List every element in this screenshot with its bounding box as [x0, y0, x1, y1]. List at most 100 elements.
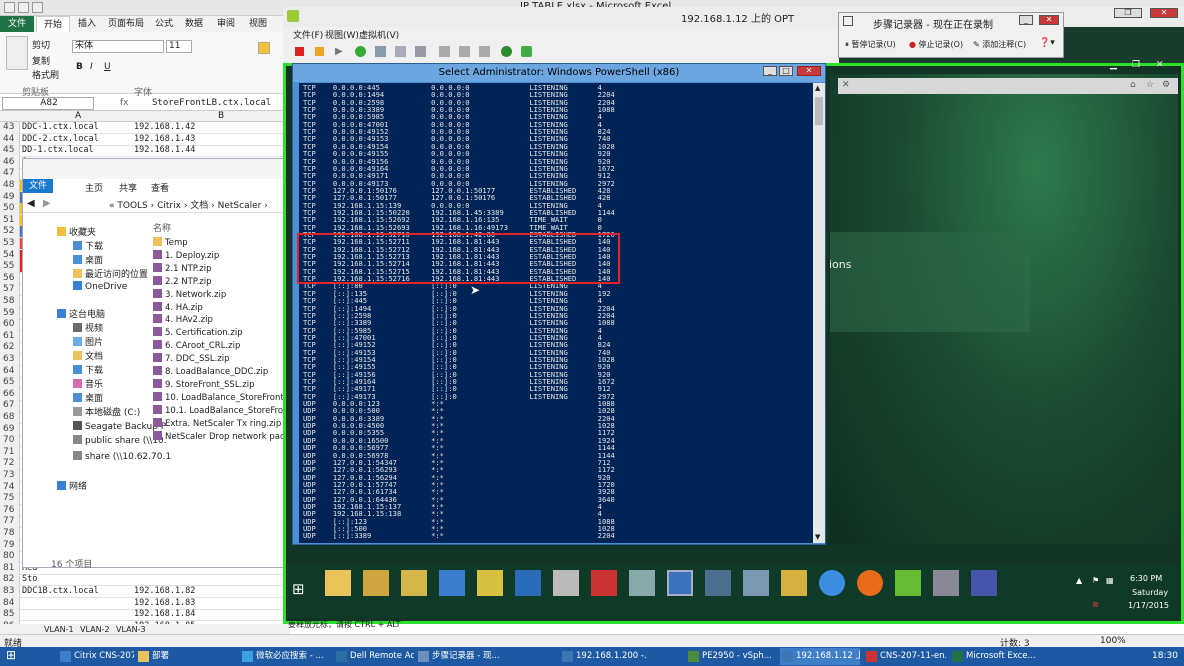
- cell-a[interactable]: DDC1B.ctx.local: [22, 586, 99, 597]
- psr-help-icon[interactable]: ❓▾: [1039, 38, 1055, 48]
- settings-gear-icon[interactable]: ⚙: [1162, 80, 1170, 90]
- vm-toolbox-icon[interactable]: [591, 570, 617, 596]
- vm-start-tile[interactable]: [830, 232, 1030, 332]
- row-number[interactable]: 74: [0, 481, 20, 494]
- sheet-tab-vlan2[interactable]: VLAN-2: [80, 625, 110, 634]
- home-icon[interactable]: ⌂: [1130, 80, 1136, 90]
- row-number[interactable]: 78: [0, 528, 20, 540]
- vm-remote-icon[interactable]: [971, 570, 997, 596]
- zip-file-item[interactable]: 2.2 NTP.zip: [153, 275, 212, 287]
- vm-minimize-button[interactable]: ▁: [1110, 60, 1117, 70]
- row-number[interactable]: 65: [0, 377, 20, 390]
- breadcrumb-docs[interactable]: 文档: [190, 201, 208, 211]
- explorer-tab-share[interactable]: 共享: [119, 181, 137, 194]
- nav-item[interactable]: 最近访问的位置: [73, 267, 148, 280]
- vm-network-icon[interactable]: [743, 570, 769, 596]
- scroll-thumb[interactable]: [815, 97, 823, 125]
- zip-file-item[interactable]: 8. LoadBalance_DDC.zip: [153, 366, 268, 377]
- row-number[interactable]: 82: [0, 574, 20, 587]
- taskbar-item[interactable]: 部署: [136, 648, 220, 665]
- psr-comment-button[interactable]: ✎ 添加注释(C): [973, 39, 1026, 50]
- sheet-tab-vlan1[interactable]: VLAN-1: [44, 625, 74, 634]
- row-number[interactable]: 56: [0, 272, 20, 285]
- excel-close-button[interactable]: ✕: [1150, 8, 1178, 18]
- folder-item[interactable]: Temp: [153, 237, 188, 248]
- start-button[interactable]: ⊞: [6, 648, 16, 662]
- taskbar-item[interactable]: 步骤记录器 - 现...: [416, 648, 504, 665]
- manage-snapshot-icon[interactable]: [415, 46, 426, 57]
- row-number[interactable]: 80: [0, 551, 20, 564]
- tray-flag-icon[interactable]: ⚑: [1092, 576, 1099, 585]
- paste-button[interactable]: [6, 36, 28, 70]
- cell-a[interactable]: DD-1.ctx.local: [22, 145, 94, 156]
- favorites-star-icon[interactable]: ☆: [1146, 80, 1154, 90]
- spreadsheet-row[interactable]: 84 192.168.1.83: [0, 597, 290, 610]
- nav-item[interactable]: 本地磁盘 (C:): [73, 405, 140, 418]
- psr-minimize-button[interactable]: _: [1019, 15, 1033, 25]
- spreadsheet-row[interactable]: 85 192.168.1.84: [0, 609, 290, 622]
- spreadsheet-row[interactable]: 82 Sto: [0, 574, 290, 587]
- ps-minimize-button[interactable]: _: [763, 66, 777, 76]
- reset-vm-icon[interactable]: [355, 46, 366, 57]
- spreadsheet-row[interactable]: 43 DDC-1.ctx.local 192.168.1.42: [0, 122, 290, 134]
- cell-b[interactable]: 192.168.1.42: [134, 122, 195, 133]
- row-number[interactable]: 85: [0, 609, 20, 622]
- row-number[interactable]: 52: [0, 226, 20, 239]
- row-number[interactable]: 69: [0, 423, 20, 436]
- tab-insert[interactable]: 插入: [72, 16, 102, 32]
- usb-icon[interactable]: [501, 46, 512, 57]
- row-number[interactable]: 63: [0, 354, 20, 366]
- zip-file-item[interactable]: 9. StoreFront_SSL.zip: [153, 378, 254, 390]
- psr-close-button[interactable]: ✕: [1039, 15, 1059, 25]
- tray-network-icon[interactable]: ▦: [1106, 576, 1114, 585]
- fullscreen-icon[interactable]: [459, 46, 470, 57]
- nav-item[interactable]: 音乐: [73, 377, 103, 390]
- cut-button[interactable]: 剪切: [32, 38, 50, 51]
- nav-item[interactable]: share (\\10.62.70.1: [73, 451, 171, 462]
- forward-arrow-icon[interactable]: ▶: [43, 198, 51, 209]
- vm-notepad-icon[interactable]: [363, 570, 389, 596]
- cell-b[interactable]: 192.168.1.83: [134, 598, 195, 609]
- taskbar-item[interactable]: Dell Remote Ac...: [334, 648, 414, 665]
- spreadsheet-row[interactable]: 83 DDC1B.ctx.local 192.168.1.82: [0, 586, 290, 598]
- zip-file-item[interactable]: Extra. NetScaler Tx ring.zip: [153, 417, 281, 429]
- name-column-header[interactable]: 名称: [153, 221, 171, 234]
- taskbar-item[interactable]: CNS-207-11-en...: [864, 648, 946, 665]
- tab-formulas[interactable]: 公式: [150, 16, 178, 32]
- row-number[interactable]: 71: [0, 446, 20, 459]
- breadcrumb-netscaler[interactable]: NetScaler: [218, 201, 262, 211]
- cell-a[interactable]: Sto: [22, 574, 37, 585]
- explorer-tab-view[interactable]: 查看: [151, 181, 169, 194]
- zip-file-item[interactable]: 5. Certification.zip: [153, 327, 243, 338]
- row-number[interactable]: 53: [0, 238, 20, 250]
- nav-item[interactable]: 图片: [73, 335, 103, 348]
- row-number[interactable]: 84: [0, 597, 20, 610]
- format-painter-button[interactable]: 格式刷: [32, 68, 59, 81]
- vm-tools-icon[interactable]: [401, 570, 427, 596]
- breadcrumb-tools[interactable]: TOOLS: [117, 201, 147, 211]
- undo-icon[interactable]: [32, 2, 43, 13]
- row-number[interactable]: 72: [0, 458, 20, 471]
- row-number[interactable]: 57: [0, 284, 20, 297]
- row-number[interactable]: 66: [0, 388, 20, 401]
- cell-b[interactable]: 192.168.1.43: [134, 134, 195, 145]
- row-number[interactable]: 45: [0, 145, 20, 158]
- column-a-header[interactable]: A: [75, 111, 81, 121]
- vm-firefox-icon[interactable]: [857, 570, 883, 596]
- zip-file-item[interactable]: 4. HA.zip: [153, 301, 203, 313]
- vm-console-icon[interactable]: [933, 570, 959, 596]
- row-number[interactable]: 77: [0, 516, 20, 529]
- taskbar-item[interactable]: Citrix CNS-207 ...: [58, 648, 134, 665]
- zip-file-item[interactable]: 1. Deploy.zip: [153, 249, 219, 261]
- copy-button[interactable]: 复制: [32, 54, 50, 67]
- cell-b[interactable]: 192.168.1.84: [134, 609, 195, 620]
- revert-icon[interactable]: [395, 46, 406, 57]
- nav-item[interactable]: 下载: [73, 363, 103, 376]
- pause-vm-icon[interactable]: [315, 47, 324, 56]
- vm-ie-icon[interactable]: [819, 570, 845, 596]
- zip-file-item[interactable]: 2.1 NTP.zip: [153, 262, 212, 274]
- font-size-select[interactable]: 11: [166, 40, 192, 53]
- nav-item[interactable]: OneDrive: [73, 281, 127, 292]
- tab-file[interactable]: 文件: [0, 16, 34, 32]
- row-number[interactable]: 48: [0, 180, 20, 192]
